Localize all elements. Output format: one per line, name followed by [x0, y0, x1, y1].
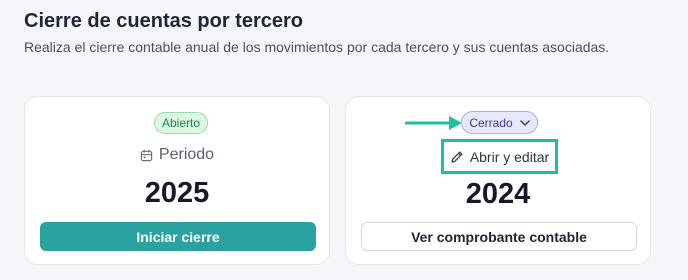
start-closing-button[interactable]: Iniciar cierre [40, 222, 316, 251]
open-and-edit-label: Abrir y editar [469, 148, 550, 165]
page-title: Cierre de cuentas por tercero [24, 10, 303, 32]
period-row: Periodo [25, 146, 329, 164]
arrow-right-icon [405, 116, 462, 130]
status-badge-open: Abierto [154, 112, 209, 134]
status-dropdown-label: Cerrado [469, 115, 513, 130]
period-year: 2024 [465, 178, 531, 210]
open-and-edit-option[interactable]: Abrir y editar [441, 139, 558, 174]
period-label: Periodo [158, 146, 215, 163]
period-card-open: Abierto Periodo 2025 Iniciar cierre [24, 96, 330, 265]
period-card-closed: Cerrado Abrir y editar 2024 Ver comproba… [345, 96, 651, 265]
page-subtitle: Realiza el cierre contable anual de los … [24, 39, 610, 55]
view-accounting-voucher-button[interactable]: Ver comprobante contable [361, 222, 637, 251]
calendar-icon [140, 149, 153, 162]
period-year: 2025 [144, 177, 210, 209]
pencil-icon [450, 150, 464, 164]
chevron-down-icon [519, 119, 530, 126]
status-dropdown[interactable]: Cerrado [461, 111, 538, 134]
